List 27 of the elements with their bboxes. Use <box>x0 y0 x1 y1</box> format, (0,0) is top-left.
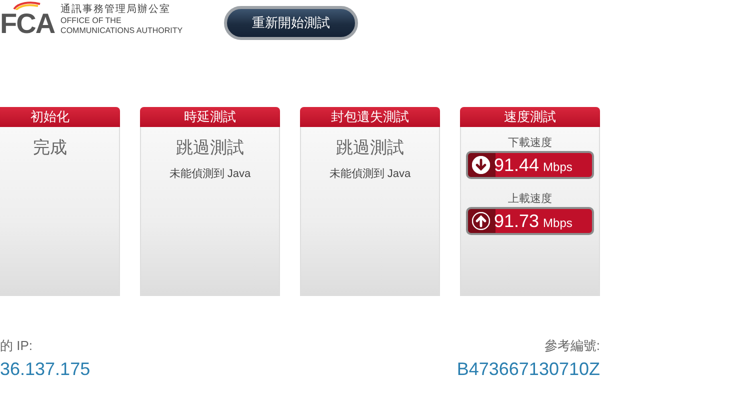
speed-label: 下載速度 <box>508 136 552 150</box>
speed-value: 91.73 <box>494 210 540 232</box>
speed-value: 91.44 <box>494 154 540 176</box>
logo-english-name: COMMUNICATIONS AUTHORITY <box>60 26 183 36</box>
test-note: 未能偵測到 Java <box>169 167 251 181</box>
down-arrow-icon <box>472 156 490 174</box>
logo-swoosh-icon <box>12 1 42 10</box>
reference-value: B473667130710Z <box>456 359 600 380</box>
up-arrow-icon <box>472 212 490 230</box>
test-note: 未能偵測到 Java <box>329 167 411 181</box>
logo-chinese-name: 通訊事務管理局辦公室 <box>60 4 172 16</box>
test-status: 跳過測試 <box>176 137 244 159</box>
reference-label: 參考編號: <box>544 337 600 355</box>
card-title: 時延測試 <box>140 107 280 127</box>
speed-unit: Mbps <box>543 160 572 174</box>
speed-unit: Mbps <box>543 216 572 230</box>
ip-label: 的 IP: <box>0 337 33 355</box>
test-status: 完成 <box>33 137 67 159</box>
card-title: 封包遺失測試 <box>300 107 440 127</box>
test-status: 跳過測試 <box>336 137 404 159</box>
card-title: 初始化 <box>0 107 120 127</box>
restart-button[interactable]: 重新開始測試 <box>224 6 358 40</box>
logo-mark: FCA <box>0 10 55 38</box>
logo-english-name: OFFICE OF THE <box>60 16 122 26</box>
ip-value: 36.137.175 <box>0 359 90 380</box>
speed-label: 上載速度 <box>508 192 552 206</box>
card-title: 速度測試 <box>460 107 600 127</box>
